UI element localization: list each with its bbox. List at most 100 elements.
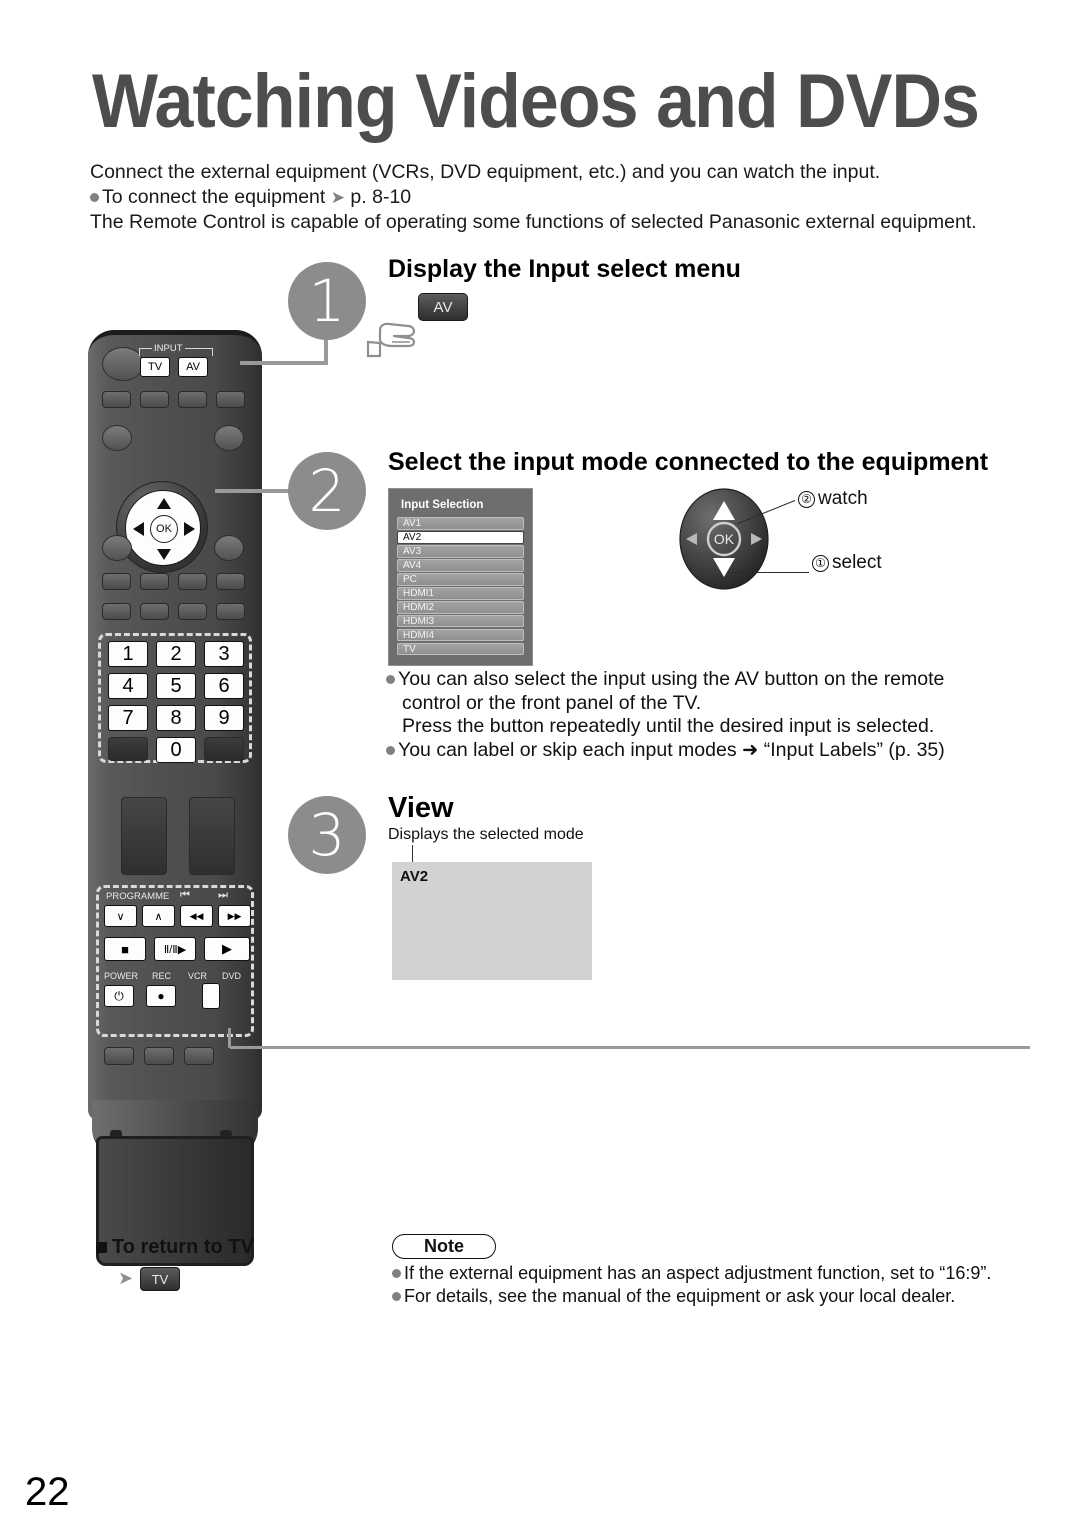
- remote-num-1[interactable]: 1: [108, 641, 148, 667]
- note-badge: Note: [392, 1234, 496, 1259]
- remote-rewind-button[interactable]: ◀◀: [180, 905, 213, 927]
- step-3-number-badge: 3: [288, 796, 366, 874]
- input-selection-menu[interactable]: Input Selection AV1 AV2 AV3 AV4 PC HDMI1…: [388, 488, 533, 666]
- step-2-note-1b: control or the front panel of the TV.: [402, 691, 702, 714]
- remote-color-button[interactable]: [178, 603, 207, 620]
- circled-1-icon: ①: [812, 555, 829, 572]
- input-option-av3[interactable]: AV3: [397, 544, 524, 558]
- arrow-right-icon: ➤: [330, 188, 345, 207]
- page-title: Watching Videos and DVDs: [92, 59, 980, 144]
- dvd-label: DVD: [222, 971, 242, 981]
- remote-rec-button[interactable]: ●: [146, 985, 176, 1007]
- input-option-pc[interactable]: PC: [397, 572, 524, 586]
- remote-color-button[interactable]: [102, 603, 131, 620]
- remote-large-button-left[interactable]: [121, 797, 167, 875]
- nav-down-arrow-icon[interactable]: [157, 549, 171, 560]
- input-option-av2[interactable]: AV2: [397, 530, 524, 544]
- remote-ok-button[interactable]: OK: [150, 515, 178, 543]
- remote-pause-play-button[interactable]: Ⅱ/Ⅱ▶: [154, 937, 196, 961]
- programme-label: PROGRAMME: [106, 891, 170, 902]
- bullet-dot-icon: [90, 193, 99, 202]
- remote-num-4[interactable]: 4: [108, 673, 148, 699]
- input-option-hdmi3[interactable]: HDMI3: [397, 614, 524, 628]
- remote-num-5[interactable]: 5: [156, 673, 196, 699]
- remote-option-button[interactable]: [214, 535, 244, 561]
- input-group-label: INPUT: [152, 343, 185, 354]
- note-list: If the external equipment has an aspect …: [392, 1262, 1012, 1308]
- remote-aux-right-button[interactable]: [204, 737, 244, 761]
- step-2-heading: Select the input mode connected to the e…: [388, 448, 989, 476]
- remote-num-6[interactable]: 6: [204, 673, 244, 699]
- nav-left-arrow-icon[interactable]: [133, 522, 144, 536]
- input-option-hdmi2[interactable]: HDMI2: [397, 600, 524, 614]
- remote-exit-button[interactable]: [214, 425, 244, 451]
- remote-tv-button[interactable]: TV: [140, 357, 170, 377]
- remote-av-button[interactable]: AV: [178, 357, 208, 377]
- input-option-hdmi1[interactable]: HDMI1: [397, 586, 524, 600]
- nav-up-arrow-icon[interactable]: [157, 498, 171, 509]
- return-arrow-icon: ➤: [118, 1268, 134, 1288]
- note-line-2: For details, see the manual of the equip…: [392, 1285, 1012, 1308]
- remote-large-button-right[interactable]: [189, 797, 235, 875]
- tv-screen-mode-label: AV2: [400, 868, 429, 885]
- input-option-tv[interactable]: TV: [397, 642, 524, 656]
- remote-fast-forward-button[interactable]: ▶▶: [218, 905, 251, 927]
- remote-programme-up-button[interactable]: ∧: [142, 905, 175, 927]
- remote-color-button[interactable]: [178, 573, 207, 590]
- remote-num-2[interactable]: 2: [156, 641, 196, 667]
- remote-power-button[interactable]: ⏻: [104, 985, 134, 1007]
- remote-function-button[interactable]: [140, 391, 169, 408]
- remote-bottom-button[interactable]: [104, 1047, 134, 1065]
- input-selection-title: Input Selection: [401, 499, 484, 511]
- remote-vcr-dvd-switch[interactable]: [202, 983, 220, 1009]
- remote-return-button[interactable]: [102, 535, 132, 561]
- connector-step1-horizontal: [240, 361, 328, 365]
- page-number: 22: [25, 1470, 70, 1514]
- note-line-1-text: If the external equipment has an aspect …: [404, 1263, 992, 1283]
- navpad-watch-label: ② watch: [798, 488, 868, 510]
- circled-2-icon: ②: [798, 491, 815, 508]
- remote-num-3[interactable]: 3: [204, 641, 244, 667]
- remote-color-button[interactable]: [140, 573, 169, 590]
- step-1-av-button[interactable]: AV: [418, 293, 468, 321]
- input-option-av4[interactable]: AV4: [397, 558, 524, 572]
- remote-navigation-wheel[interactable]: OK: [116, 481, 208, 573]
- remote-power-round-button[interactable]: [102, 347, 144, 381]
- remote-color-button[interactable]: [216, 603, 245, 620]
- bullet-dot-icon: [386, 745, 395, 755]
- remote-function-button[interactable]: [102, 391, 131, 408]
- remote-body: INPUT TV AV OK 1 2 3 4 5 6 7 8 9 0 PROGR…: [88, 330, 262, 1120]
- remote-nav-inner-disc[interactable]: OK: [125, 490, 201, 566]
- step-1-number-badge: 1: [288, 262, 366, 340]
- step-2-note-1c: Press the button repeatedly until the de…: [402, 715, 935, 737]
- remote-menu-button[interactable]: [102, 425, 132, 451]
- remote-color-button[interactable]: [140, 603, 169, 620]
- remote-num-7[interactable]: 7: [108, 705, 148, 731]
- remote-num-9[interactable]: 9: [204, 705, 244, 731]
- intro-line-1: Connect the external equipment (VCRs, DV…: [90, 161, 881, 183]
- remote-aux-left-button[interactable]: [108, 737, 148, 761]
- step-2-notes: You can also select the input using the …: [386, 668, 1016, 762]
- remote-num-0[interactable]: 0: [156, 737, 196, 763]
- intro-bullet-1: To connect the equipment ➤ p. 8-10: [90, 185, 1020, 210]
- remote-bottom-button[interactable]: [184, 1047, 214, 1065]
- nav-right-arrow-icon[interactable]: [184, 522, 195, 536]
- connector-step3-horizontal: [230, 1046, 1030, 1049]
- remote-num-8[interactable]: 8: [156, 705, 196, 731]
- navigation-pad-diagram[interactable]: OK: [672, 487, 776, 591]
- input-option-av1[interactable]: AV1: [397, 517, 524, 530]
- remote-programme-down-button[interactable]: ∨: [104, 905, 137, 927]
- navpad-select-label: ① select: [812, 552, 882, 574]
- input-option-hdmi4[interactable]: HDMI4: [397, 628, 524, 642]
- remote-play-button[interactable]: ▶: [204, 937, 250, 961]
- step-2-note-2-text: You can label or skip each input modes ➜…: [398, 738, 945, 761]
- svg-text:OK: OK: [714, 531, 735, 547]
- step-3-subtitle: Displays the selected mode: [388, 826, 584, 843]
- return-tv-button[interactable]: TV: [140, 1267, 180, 1291]
- remote-bottom-button[interactable]: [144, 1047, 174, 1065]
- remote-function-button[interactable]: [178, 391, 207, 408]
- remote-function-button[interactable]: [216, 391, 245, 408]
- remote-color-button[interactable]: [102, 573, 131, 590]
- remote-color-button[interactable]: [216, 573, 245, 590]
- remote-stop-button[interactable]: ■: [104, 937, 146, 961]
